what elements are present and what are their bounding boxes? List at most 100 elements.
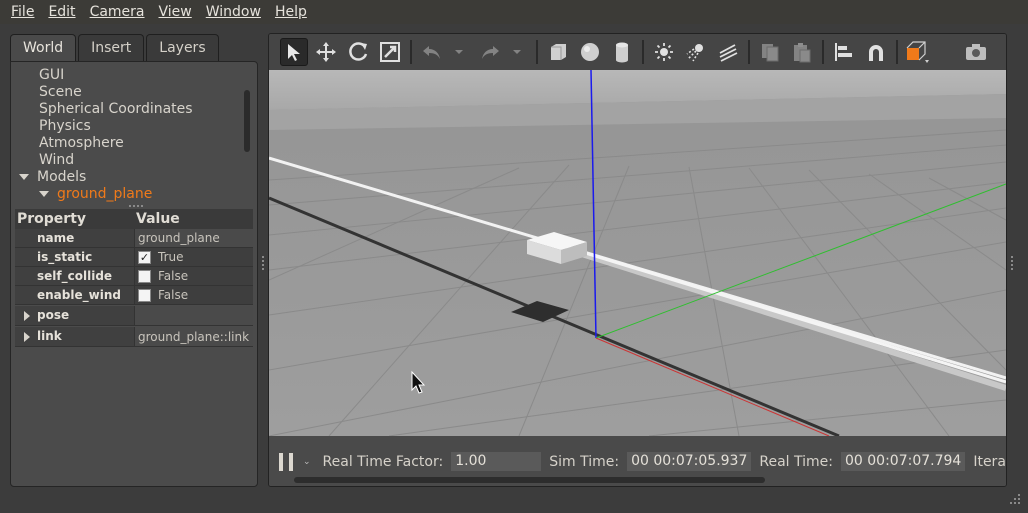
tree-item-models[interactable]: Models <box>11 169 247 186</box>
menu-help-label: Help <box>274 4 307 20</box>
toolbar-separator <box>642 40 644 64</box>
screenshot-icon[interactable] <box>962 38 990 66</box>
box-icon[interactable] <box>544 38 572 66</box>
tree-item-atmosphere[interactable]: Atmosphere <box>11 135 247 152</box>
right-splitter[interactable] <box>1011 256 1014 270</box>
header-value: Value <box>136 211 180 227</box>
menu-edit[interactable]: Edit <box>41 1 82 23</box>
self-collide-checkbox[interactable] <box>138 269 151 283</box>
property-key: self_collide <box>15 267 134 285</box>
property-key: pose <box>37 308 70 322</box>
enable-wind-checkbox[interactable] <box>138 288 151 302</box>
menu-view-label: View <box>158 4 192 20</box>
menu-view[interactable]: View <box>152 1 199 23</box>
rotate-icon[interactable] <box>344 38 372 66</box>
menu-window[interactable]: Window <box>199 1 268 23</box>
snap-icon[interactable] <box>862 38 890 66</box>
redo-icon[interactable] <box>476 38 504 66</box>
world-tree: GUI Scene Spherical Coordinates Physics … <box>11 67 247 203</box>
chevron-down-icon[interactable] <box>450 38 468 66</box>
menu-edit-label: Edit <box>48 4 76 20</box>
property-row-name[interactable]: name ground_plane <box>15 229 253 248</box>
simulation-status-bar: ⌄ Real Time Factor: 1.00 Sim Time: 00 00… <box>269 436 1006 486</box>
chevron-down-icon[interactable] <box>508 38 526 66</box>
expand-down-icon[interactable] <box>39 191 49 197</box>
models-label: Models <box>37 169 87 185</box>
scale-icon[interactable] <box>376 38 404 66</box>
menu-help[interactable]: Help <box>268 1 314 23</box>
scene-toolbar <box>269 34 1006 70</box>
chevron-down-icon[interactable]: ⌄ <box>303 457 311 467</box>
toolbar-separator <box>822 40 824 64</box>
scene-render <box>269 69 1006 438</box>
3d-viewport[interactable] <box>269 69 1006 438</box>
view-angle-icon[interactable] <box>904 38 932 66</box>
resize-grip-icon[interactable] <box>1008 492 1022 506</box>
sim-time-value: 00 00:07:05.937 <box>627 452 752 471</box>
property-value: True <box>158 250 184 264</box>
property-value <box>134 306 253 325</box>
tree-item-scene[interactable]: Scene <box>11 84 247 101</box>
menu-bar: File Edit Camera View Window Help <box>0 0 1028 24</box>
property-row-self-collide[interactable]: self_collide False <box>15 267 253 286</box>
tab-world[interactable]: World <box>10 34 77 63</box>
property-key: link <box>37 329 62 343</box>
align-icon[interactable] <box>830 38 858 66</box>
toolbar-separator <box>410 40 412 64</box>
rtf-label: Real Time Factor: <box>322 453 444 470</box>
ground-plane-label: ground_plane <box>57 186 153 202</box>
translate-icon[interactable] <box>312 38 340 66</box>
cylinder-icon[interactable] <box>608 38 636 66</box>
status-scrollbar[interactable] <box>294 477 765 483</box>
toolbar-separator <box>536 40 538 64</box>
toolbar-separator <box>748 40 750 64</box>
expand-right-icon[interactable] <box>24 332 30 342</box>
toolbar-separator <box>896 40 898 64</box>
spot-light-icon[interactable] <box>682 38 710 66</box>
rtf-value: 1.00 <box>451 452 542 471</box>
scene-panel: ⌄ Real Time Factor: 1.00 Sim Time: 00 00… <box>268 33 1007 487</box>
splitter-handle[interactable] <box>129 205 143 207</box>
world-panel: GUI Scene Spherical Coordinates Physics … <box>10 61 258 487</box>
property-value: False <box>158 288 189 302</box>
tree-scrollbar[interactable] <box>244 90 250 152</box>
paste-icon[interactable] <box>788 38 816 66</box>
left-tabs: World Insert Layers <box>10 34 221 63</box>
pause-icon[interactable] <box>279 452 293 471</box>
undo-icon[interactable] <box>418 38 446 66</box>
directional-light-icon[interactable] <box>714 38 742 66</box>
real-time-label: Real Time: <box>759 453 833 470</box>
copy-icon[interactable] <box>756 38 784 66</box>
property-row-pose[interactable]: pose <box>15 306 253 326</box>
property-value: ground_plane::link <box>134 327 253 346</box>
expand-down-icon[interactable] <box>19 174 29 180</box>
menu-window-label: Window <box>205 4 261 20</box>
tree-item-ground-plane[interactable]: ground_plane <box>11 186 247 203</box>
tab-layers[interactable]: Layers <box>146 34 219 62</box>
property-row-link[interactable]: link ground_plane::link <box>15 327 253 347</box>
property-key: is_static <box>15 248 134 266</box>
menu-camera[interactable]: Camera <box>83 1 152 23</box>
menu-file-label: File <box>11 4 35 20</box>
point-light-icon[interactable] <box>650 38 678 66</box>
property-key: enable_wind <box>15 286 134 304</box>
select-arrow-icon[interactable] <box>280 38 308 66</box>
properties-header: Property Value <box>15 209 253 229</box>
real-time-value: 00 00:07:07.794 <box>841 452 966 471</box>
sim-time-label: Sim Time: <box>549 453 620 470</box>
tree-item-physics[interactable]: Physics <box>11 118 247 135</box>
expand-right-icon[interactable] <box>24 311 30 321</box>
panel-splitter[interactable] <box>262 256 265 270</box>
menu-camera-label: Camera <box>89 4 145 20</box>
tree-item-wind[interactable]: Wind <box>11 152 247 169</box>
is-static-checkbox[interactable]: ✓ <box>138 250 151 264</box>
tab-insert[interactable]: Insert <box>78 34 145 62</box>
tree-item-spherical-coordinates[interactable]: Spherical Coordinates <box>11 101 247 118</box>
tree-item-gui[interactable]: GUI <box>11 67 247 84</box>
sphere-icon[interactable] <box>576 38 604 66</box>
header-property: Property <box>17 211 87 227</box>
property-row-enable-wind[interactable]: enable_wind False <box>15 286 253 305</box>
menu-file[interactable]: File <box>4 1 41 23</box>
property-value: False <box>158 269 189 283</box>
property-row-is-static[interactable]: is_static ✓ True <box>15 248 253 267</box>
